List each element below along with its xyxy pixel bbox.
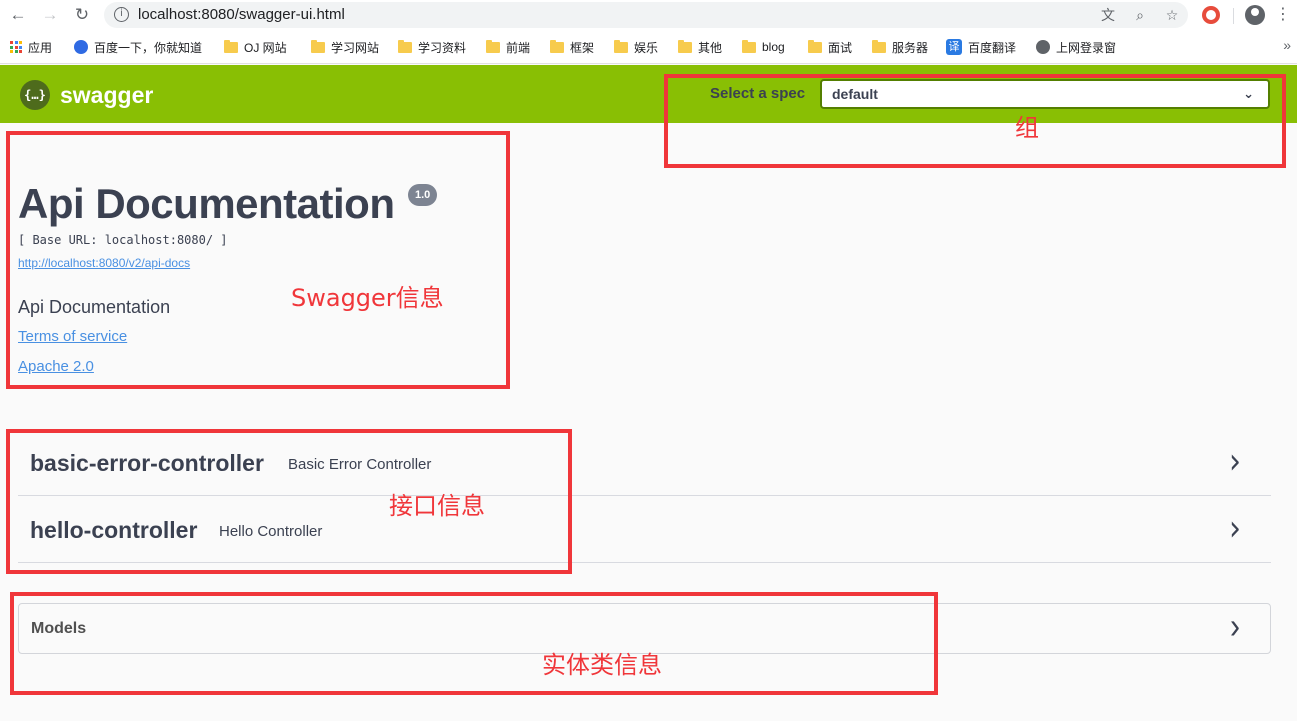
bookmark-label: 百度一下，你就知道 bbox=[94, 40, 203, 55]
annotation-group: 组 bbox=[1015, 114, 1039, 142]
browser-menu-icon[interactable]: ⋮ bbox=[1275, 3, 1291, 27]
folder-icon bbox=[311, 39, 325, 53]
bookmark-folder[interactable]: 其他 bbox=[678, 37, 722, 57]
bookmark-label: blog bbox=[762, 40, 785, 54]
extension-icon[interactable] bbox=[1202, 6, 1220, 24]
chevron-right-icon[interactable]: › bbox=[1230, 607, 1240, 648]
folder-icon bbox=[872, 39, 886, 53]
bookmark-label: 百度翻译 bbox=[968, 40, 1017, 55]
bookmark-folder[interactable]: 服务器 bbox=[872, 37, 928, 57]
back-icon[interactable]: ← bbox=[6, 3, 30, 27]
profile-avatar-icon[interactable] bbox=[1245, 5, 1265, 25]
translate-icon: 译 bbox=[946, 39, 962, 55]
forward-icon[interactable]: → bbox=[38, 3, 62, 27]
bookmarks-bar: 应用 百度一下，你就知道 OJ 网站 学习网站 学习资料 前端 框架 娱乐 其他… bbox=[0, 30, 1297, 64]
folder-icon bbox=[486, 39, 500, 53]
bookmark-folder[interactable]: 前端 bbox=[486, 37, 530, 57]
annotation-box-entity-info bbox=[10, 592, 938, 695]
bookmark-login[interactable]: 上网登录窗 bbox=[1036, 37, 1116, 57]
folder-icon bbox=[808, 39, 822, 53]
bookmark-translate[interactable]: 译 百度翻译 bbox=[946, 37, 1016, 57]
bookmark-label: 学习资料 bbox=[418, 40, 467, 55]
bookmark-folder[interactable]: 框架 bbox=[550, 37, 594, 57]
address-bar[interactable]: i localhost:8080/swagger-ui.html 文 ⌕ ☆ bbox=[104, 2, 1188, 28]
site-info-icon[interactable]: i bbox=[114, 7, 129, 22]
annotation-swagger-info: Swagger信息 bbox=[291, 284, 444, 312]
toolbar-divider bbox=[1233, 8, 1234, 24]
folder-icon bbox=[678, 39, 692, 53]
bookmark-label: 框架 bbox=[570, 40, 595, 55]
folder-icon bbox=[614, 39, 628, 53]
globe-icon bbox=[1036, 40, 1050, 54]
bookmark-folder[interactable]: OJ 网站 bbox=[224, 37, 287, 57]
bookmark-apps[interactable]: 应用 bbox=[10, 37, 52, 57]
translate-page-icon[interactable]: 文 bbox=[1098, 5, 1118, 25]
bookmark-folder[interactable]: 学习网站 bbox=[311, 37, 379, 57]
bookmark-folder[interactable]: 学习资料 bbox=[398, 37, 466, 57]
zoom-icon[interactable]: ⌕ bbox=[1130, 5, 1150, 25]
chevron-right-icon[interactable]: › bbox=[1229, 508, 1241, 550]
folder-icon bbox=[398, 39, 412, 53]
bookmark-label: 面试 bbox=[828, 40, 853, 55]
bookmark-label: 服务器 bbox=[892, 40, 929, 55]
chevron-right-icon[interactable]: › bbox=[1229, 441, 1241, 483]
annotation-api-info: 接口信息 bbox=[389, 492, 485, 520]
bookmark-folder[interactable]: 娱乐 bbox=[614, 37, 658, 57]
bookmark-label: 娱乐 bbox=[634, 40, 659, 55]
bookmark-label: 应用 bbox=[28, 40, 53, 55]
annotation-box-group bbox=[664, 74, 1286, 168]
bookmark-baidu[interactable]: 百度一下，你就知道 bbox=[74, 37, 202, 57]
bookmark-label: 前端 bbox=[506, 40, 531, 55]
annotation-box-swagger-info bbox=[6, 131, 510, 389]
swagger-logo-icon: {…} bbox=[20, 80, 50, 110]
swagger-logo[interactable]: {…} swagger bbox=[20, 80, 153, 110]
apps-grid-icon bbox=[10, 41, 22, 53]
browser-toolbar: ← → ↻ i localhost:8080/swagger-ui.html 文… bbox=[0, 0, 1297, 30]
folder-icon bbox=[550, 39, 564, 53]
url-text[interactable]: localhost:8080/swagger-ui.html bbox=[138, 6, 345, 23]
bookmark-label: 其他 bbox=[698, 40, 723, 55]
bookmark-folder[interactable]: 面试 bbox=[808, 37, 852, 57]
bookmark-label: 上网登录窗 bbox=[1056, 40, 1117, 55]
bookmark-folder[interactable]: blog bbox=[742, 37, 785, 57]
more-bookmarks-icon[interactable]: » bbox=[1283, 37, 1291, 53]
folder-icon bbox=[224, 39, 238, 53]
bookmark-star-icon[interactable]: ☆ bbox=[1162, 5, 1182, 25]
annotation-box-api-info bbox=[6, 429, 572, 574]
baidu-icon bbox=[74, 40, 88, 54]
annotation-entity-info: 实体类信息 bbox=[542, 651, 662, 679]
bookmark-label: OJ 网站 bbox=[244, 40, 287, 55]
swagger-logo-text: swagger bbox=[60, 81, 154, 108]
bookmark-label: 学习网站 bbox=[331, 40, 380, 55]
reload-icon[interactable]: ↻ bbox=[70, 3, 94, 27]
folder-icon bbox=[742, 39, 756, 53]
